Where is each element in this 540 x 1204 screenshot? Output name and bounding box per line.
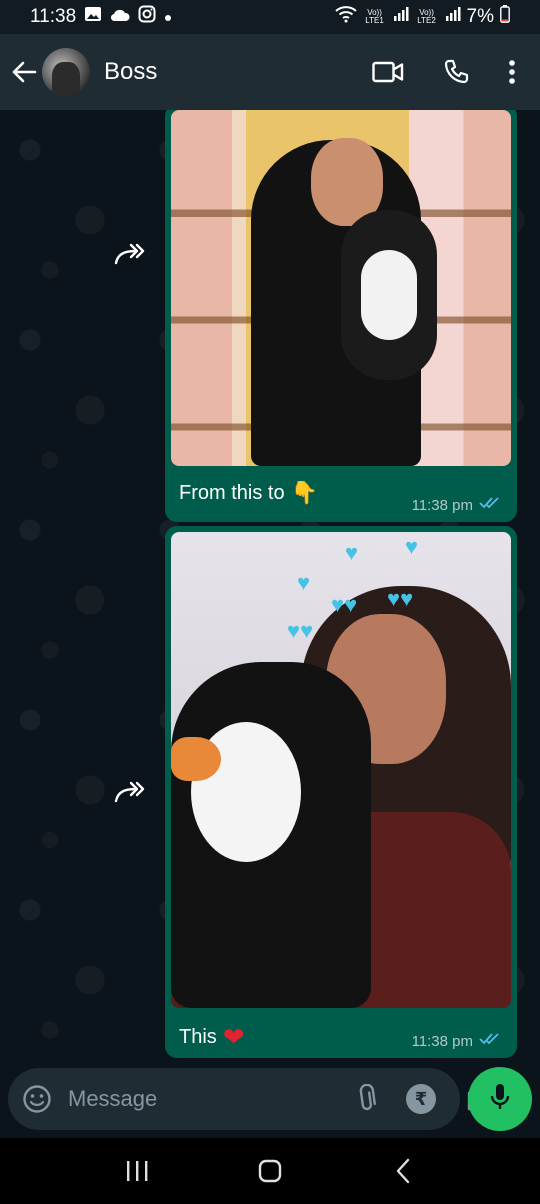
message-pill: ₹: [8, 1068, 495, 1130]
chat-area[interactable]: From this to 👇 11:38 pm ♥ ♥ ♥ ♥♥ ♥♥ ♥♥ T…: [0, 110, 540, 1070]
recent-apps-icon[interactable]: [117, 1151, 157, 1191]
message-meta: 11:38 pm: [412, 1032, 503, 1050]
heart-sticker-icon: ♥♥: [387, 586, 414, 611]
signal-strength-1-icon: [393, 6, 409, 28]
status-time: 11:38: [30, 6, 77, 27]
contact-name[interactable]: Boss: [104, 58, 157, 86]
heart-sticker-icon: ♥♥: [331, 592, 358, 617]
system-nav-bar: [0, 1138, 540, 1204]
caption-text: This: [179, 1026, 217, 1048]
message-meta: 11:38 pm: [412, 496, 503, 514]
mic-button[interactable]: [468, 1067, 532, 1131]
chat-header: Boss: [0, 34, 540, 110]
signal-strength-2-icon: [445, 6, 461, 28]
photo-penguin-beak-shape: [171, 737, 221, 781]
video-call-icon[interactable]: [372, 60, 404, 84]
home-icon[interactable]: [250, 1151, 290, 1191]
forward-icon[interactable]: [112, 236, 148, 272]
red-heart-emoji: ❤: [222, 1022, 245, 1052]
payment-icon[interactable]: ₹: [406, 1084, 436, 1114]
message-time: 11:38 pm: [411, 1032, 473, 1050]
status-bar: 11:38 Vo)) LTE1 Vo)) LTE2 7%: [0, 0, 540, 34]
heart-sticker-icon: ♥: [345, 540, 359, 565]
mic-icon: [489, 1082, 511, 1117]
message-photo[interactable]: ♥ ♥ ♥ ♥♥ ♥♥ ♥♥: [171, 532, 511, 1008]
message-photo[interactable]: [171, 110, 511, 466]
sim1-label: Vo)) LTE1: [365, 8, 384, 25]
cloud-notification-icon: [110, 6, 130, 28]
battery-percent: 7%: [466, 6, 494, 27]
instagram-notification-icon: [138, 5, 156, 29]
heart-sticker-icon: ♥: [297, 570, 311, 595]
system-back-icon[interactable]: [383, 1151, 423, 1191]
wifi-icon: [334, 5, 357, 29]
forward-icon[interactable]: [112, 774, 148, 810]
back-arrow-icon[interactable]: [10, 58, 38, 86]
photo-penguin-belly-shape: [361, 250, 417, 340]
read-ticks-icon: [479, 1032, 503, 1050]
caption-text: From this to: [179, 481, 285, 504]
gallery-notification-icon: [84, 5, 102, 29]
attach-icon[interactable]: [356, 1084, 376, 1114]
pointing-down-emoji: 👇: [290, 480, 318, 505]
battery-icon: [500, 5, 510, 29]
more-options-icon[interactable]: [508, 59, 516, 85]
more-notifications-dot-icon: [164, 6, 172, 28]
heart-sticker-icon: ♥♥: [287, 618, 314, 643]
message-input[interactable]: [68, 1086, 356, 1112]
voice-call-icon[interactable]: [442, 58, 470, 86]
composer: ₹: [0, 1064, 540, 1134]
message-bubble[interactable]: From this to 👇 11:38 pm: [165, 110, 517, 522]
emoji-icon[interactable]: [22, 1084, 52, 1114]
message-time: 11:38 pm: [411, 496, 473, 514]
heart-sticker-icon: ♥: [405, 534, 419, 559]
avatar[interactable]: [42, 48, 90, 96]
message-bubble[interactable]: ♥ ♥ ♥ ♥♥ ♥♥ ♥♥ This ❤ 11:38 pm: [165, 526, 517, 1058]
read-ticks-icon: [479, 496, 503, 514]
sim2-label: Vo)) LTE2: [417, 8, 436, 25]
